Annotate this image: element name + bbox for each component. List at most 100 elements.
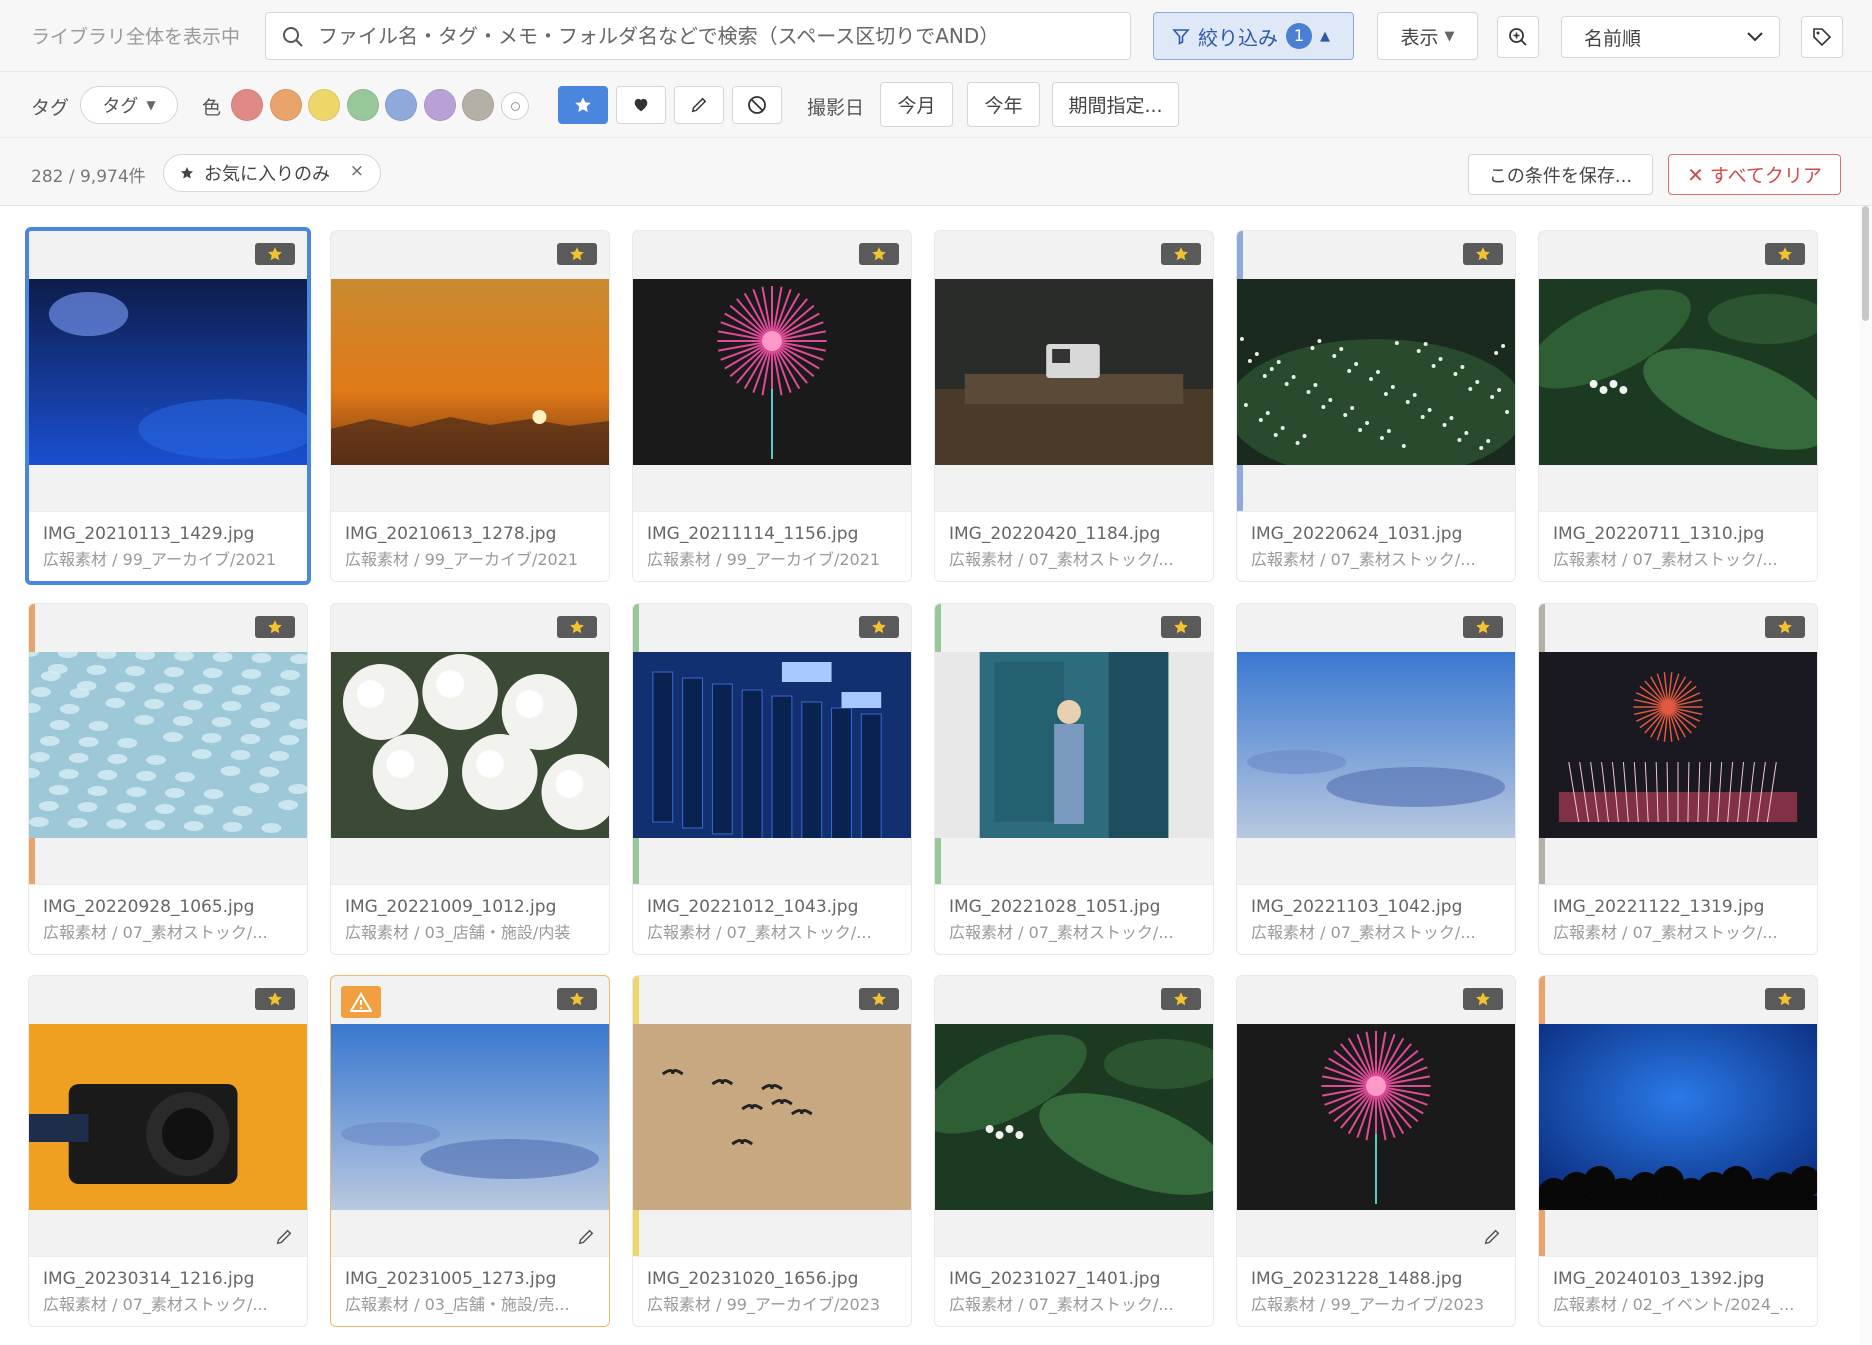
color-swatch-red[interactable] bbox=[231, 89, 263, 121]
favorite-badge[interactable] bbox=[1161, 243, 1201, 265]
color-swatch-gray[interactable] bbox=[462, 89, 494, 121]
clear-all-button[interactable]: ✕ すべてクリア bbox=[1668, 154, 1841, 195]
favorite-badge[interactable] bbox=[255, 243, 295, 265]
photo-card[interactable]: IMG_20220624_1031.jpg 広報素材 / 07_素材ストック/.… bbox=[1236, 230, 1516, 582]
favorite-badge[interactable] bbox=[1463, 988, 1503, 1010]
color-swatch-none[interactable] bbox=[501, 92, 529, 120]
card-meta: IMG_20221009_1012.jpg 広報素材 / 03_店舗・施設/内装 bbox=[331, 884, 609, 954]
favorite-badge[interactable] bbox=[557, 616, 597, 638]
filter-bar: タグ タグ ▼ 色 撮影日 今月 今年 期間指定... bbox=[0, 72, 1872, 137]
photo-card[interactable]: IMG_20220711_1310.jpg 広報素材 / 07_素材ストック/.… bbox=[1538, 230, 1818, 582]
favorite-badge[interactable] bbox=[1161, 988, 1201, 1010]
card-meta: IMG_20231005_1273.jpg 広報素材 / 03_店舗・施設/売.… bbox=[331, 1256, 609, 1326]
scrollbar-thumb[interactable] bbox=[1862, 206, 1869, 321]
favorite-badge[interactable] bbox=[1161, 616, 1201, 638]
tag-manager-button[interactable] bbox=[1801, 16, 1843, 58]
tag-dropdown-label: タグ bbox=[102, 96, 139, 117]
view-label: 表示 bbox=[1400, 26, 1439, 49]
file-path: 広報素材 / 99_アーカイブ/2023 bbox=[647, 1295, 881, 1314]
favorite-star-icon bbox=[1778, 247, 1792, 261]
favorite-star-icon bbox=[570, 992, 584, 1006]
photo-card[interactable]: IMG_20221028_1051.jpg 広報素材 / 07_素材ストック/.… bbox=[934, 603, 1214, 955]
remove-chip-icon[interactable]: × bbox=[350, 161, 364, 181]
zoom-button[interactable] bbox=[1497, 16, 1539, 58]
color-swatch-purple[interactable] bbox=[424, 89, 456, 121]
search-box[interactable] bbox=[265, 12, 1131, 60]
photo-card[interactable]: IMG_20221009_1012.jpg 広報素材 / 03_店舗・施設/内装 bbox=[330, 603, 610, 955]
favorite-badge[interactable] bbox=[1463, 616, 1503, 638]
card-meta: IMG_20220624_1031.jpg 広報素材 / 07_素材ストック/.… bbox=[1237, 511, 1515, 581]
color-swatch-blue[interactable] bbox=[385, 89, 417, 121]
favorite-star-icon bbox=[872, 247, 886, 261]
favorite-star-icon bbox=[570, 247, 584, 261]
this-month-button[interactable]: 今月 bbox=[880, 82, 953, 127]
chevron-down-icon bbox=[1747, 32, 1763, 42]
favorite-badge[interactable] bbox=[859, 243, 899, 265]
photo-card[interactable]: IMG_20220928_1065.jpg 広報素材 / 07_素材ストック/.… bbox=[28, 603, 308, 955]
photo-card[interactable]: IMG_20231005_1273.jpg 広報素材 / 03_店舗・施設/売.… bbox=[330, 975, 610, 1327]
date-range-button[interactable]: 期間指定... bbox=[1052, 82, 1179, 127]
save-conditions-button[interactable]: この条件を保存... bbox=[1468, 154, 1653, 195]
photo-card[interactable]: IMG_20210113_1429.jpg 広報素材 / 99_アーカイブ/20… bbox=[25, 227, 311, 585]
color-swatch-green[interactable] bbox=[347, 89, 379, 121]
photo-card[interactable]: IMG_20211114_1156.jpg 広報素材 / 99_アーカイブ/20… bbox=[632, 230, 912, 582]
photo-card[interactable]: IMG_20231027_1401.jpg 広報素材 / 07_素材ストック/.… bbox=[934, 975, 1214, 1327]
favorite-badge[interactable] bbox=[1765, 616, 1805, 638]
search-input[interactable] bbox=[318, 19, 1118, 53]
excluded-filter-button[interactable] bbox=[732, 86, 782, 124]
favorite-badge[interactable] bbox=[859, 616, 899, 638]
file-name: IMG_20231228_1488.jpg bbox=[1251, 1269, 1463, 1289]
favorite-badge[interactable] bbox=[1765, 988, 1805, 1010]
favorite-badge[interactable] bbox=[1765, 243, 1805, 265]
photo-card[interactable]: IMG_20221012_1043.jpg 広報素材 / 07_素材ストック/.… bbox=[632, 603, 912, 955]
card-meta: IMG_20220711_1310.jpg 広報素材 / 07_素材ストック/.… bbox=[1539, 511, 1817, 581]
photo-thumbnail bbox=[1237, 279, 1515, 465]
card-meta: IMG_20240103_1392.jpg 広報素材 / 02_イベント/202… bbox=[1539, 1256, 1817, 1326]
edited-filter-button[interactable] bbox=[674, 86, 724, 124]
chip-label: お気に入りのみ bbox=[204, 164, 330, 185]
photo-card[interactable]: IMG_20210613_1278.jpg 広報素材 / 99_アーカイブ/20… bbox=[330, 230, 610, 582]
favorite-badge[interactable] bbox=[557, 988, 597, 1010]
scrollbar-track[interactable] bbox=[1860, 206, 1872, 1345]
favorite-badge[interactable] bbox=[255, 988, 295, 1010]
file-path: 広報素材 / 99_アーカイブ/2021 bbox=[647, 550, 881, 569]
photo-card[interactable]: IMG_20221122_1319.jpg 広報素材 / 07_素材ストック/.… bbox=[1538, 603, 1818, 955]
file-path: 広報素材 / 07_素材ストック/... bbox=[1553, 923, 1778, 942]
favorite-badge[interactable] bbox=[255, 616, 295, 638]
favorite-filter-button[interactable] bbox=[558, 86, 608, 124]
file-path: 広報素材 / 07_素材ストック/... bbox=[647, 923, 872, 942]
favorite-badge[interactable] bbox=[557, 243, 597, 265]
like-filter-button[interactable] bbox=[616, 86, 666, 124]
file-path: 広報素材 / 99_アーカイブ/2021 bbox=[345, 550, 579, 569]
file-name: IMG_20231005_1273.jpg bbox=[345, 1269, 557, 1289]
photo-card[interactable]: IMG_20240103_1392.jpg 広報素材 / 02_イベント/202… bbox=[1538, 975, 1818, 1327]
tag-filter-dropdown[interactable]: タグ ▼ bbox=[80, 86, 178, 124]
color-swatch-yellow[interactable] bbox=[308, 89, 340, 121]
photo-thumbnail bbox=[331, 652, 609, 838]
photo-card[interactable]: IMG_20221103_1042.jpg 広報素材 / 07_素材ストック/.… bbox=[1236, 603, 1516, 955]
file-path: 広報素材 / 07_素材ストック/... bbox=[949, 1295, 1174, 1314]
photo-card[interactable]: IMG_20230314_1216.jpg 広報素材 / 07_素材ストック/.… bbox=[28, 975, 308, 1327]
filter-toggle-button[interactable]: 絞り込み 1 ▲ bbox=[1153, 12, 1354, 60]
favorite-badge[interactable] bbox=[859, 988, 899, 1010]
favorite-star-icon bbox=[1476, 247, 1490, 261]
this-year-button[interactable]: 今年 bbox=[967, 82, 1040, 127]
card-meta: IMG_20231027_1401.jpg 広報素材 / 07_素材ストック/.… bbox=[935, 1256, 1213, 1326]
photo-card[interactable]: IMG_20231228_1488.jpg 広報素材 / 99_アーカイブ/20… bbox=[1236, 975, 1516, 1327]
file-name: IMG_20231027_1401.jpg bbox=[949, 1269, 1161, 1289]
favorite-star-icon bbox=[1476, 992, 1490, 1006]
color-swatch-orange[interactable] bbox=[270, 89, 302, 121]
favorite-star-icon bbox=[872, 992, 886, 1006]
photo-card[interactable]: IMG_20231020_1656.jpg 広報素材 / 99_アーカイブ/20… bbox=[632, 975, 912, 1327]
favorite-star-icon bbox=[1174, 247, 1188, 261]
favorite-star-icon bbox=[268, 620, 282, 634]
sort-select[interactable]: 名前順 bbox=[1561, 16, 1780, 58]
favorite-star-icon bbox=[268, 992, 282, 1006]
file-path: 広報素材 / 07_素材ストック/... bbox=[43, 1295, 268, 1314]
favorite-badge[interactable] bbox=[1463, 243, 1503, 265]
photo-thumbnail bbox=[633, 652, 911, 838]
favorite-star-icon bbox=[1174, 992, 1188, 1006]
view-menu-button[interactable]: 表示 ▼ bbox=[1377, 12, 1478, 60]
photo-card[interactable]: IMG_20220420_1184.jpg 広報素材 / 07_素材ストック/.… bbox=[934, 230, 1214, 582]
active-filter-chip[interactable]: お気に入りのみ × bbox=[163, 154, 381, 192]
